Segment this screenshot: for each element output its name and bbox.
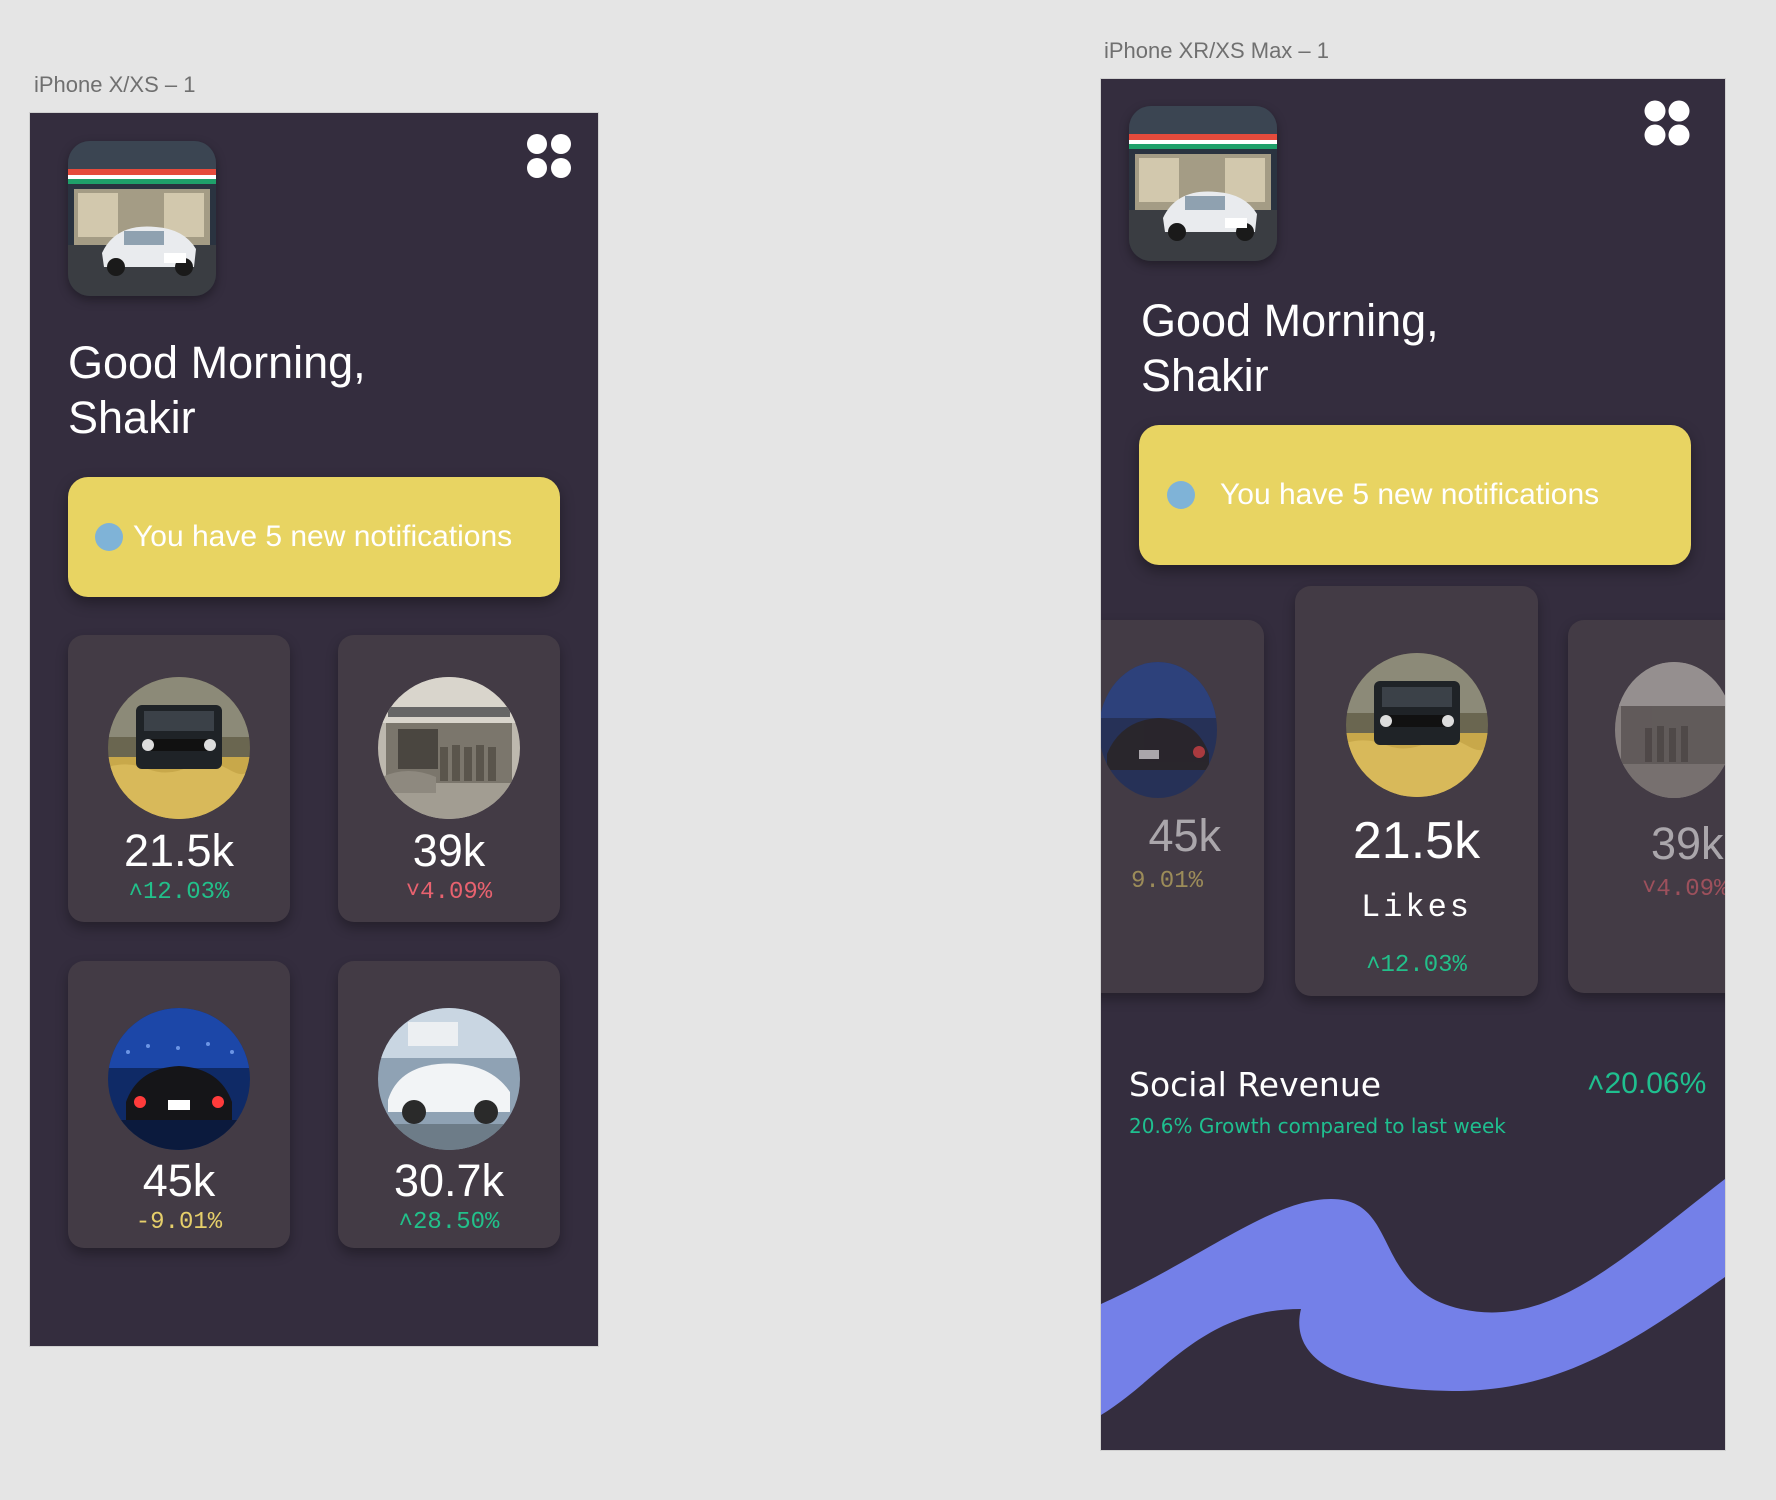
profile-avatar[interactable] [1129, 106, 1277, 261]
artboard-label-iphone-x: iPhone X/XS – 1 [34, 72, 196, 97]
card-change: ˄12.03% [1366, 952, 1467, 979]
card-value: 45k [142, 1155, 216, 1206]
greeting-line-1: Good Morning, [1141, 295, 1439, 346]
stat-card-4[interactable]: 30.7k ˄28.50% [338, 961, 560, 1248]
four-dots-grid-icon[interactable] [1643, 99, 1691, 152]
revenue-wave [1101, 1179, 1725, 1415]
card-value: 39k [1651, 818, 1724, 869]
greeting-line-1: Good Morning, [68, 337, 366, 388]
notification-dot-icon [95, 523, 123, 551]
card-value: 45k [1148, 810, 1221, 861]
stat-card-2[interactable]: 39k ˅4.09% [338, 635, 560, 922]
carousel-card-center[interactable]: 21.5k Likes ˄12.03% [1295, 586, 1538, 996]
notification-banner[interactable]: You have 5 new notifications [68, 477, 560, 597]
greeting: Good Morning, Shakir [68, 335, 366, 445]
card-change: ˄12.03% [128, 879, 230, 906]
artboard-label-iphone-xr: iPhone XR/XS Max – 1 [1104, 38, 1330, 63]
notification-banner[interactable]: You have 5 new notifications [1139, 425, 1691, 565]
card-change: ˅4.09% [1642, 876, 1725, 903]
card-change: ˄28.50% [398, 1209, 500, 1236]
social-revenue-change: ˄20.06% [1587, 1067, 1707, 1100]
revenue-wave-chart [1101, 1179, 1725, 1415]
card-value: 21.5k [123, 825, 235, 876]
card-value: 21.5k [1352, 812, 1481, 870]
greeting-name: Shakir [1141, 350, 1269, 401]
social-revenue-subtitle: 20.6% Growth compared to last week [1129, 1114, 1506, 1138]
notification-dot-icon [1167, 481, 1195, 509]
stat-card-3[interactable]: 45k -9.01% [68, 961, 290, 1248]
carousel-card-left[interactable]: 45k 9.01% [1101, 620, 1264, 993]
card-photo-night-car [108, 1008, 250, 1150]
notification-text: You have 5 new notifications [133, 520, 513, 553]
notification-text: You have 5 new notifications [1220, 478, 1600, 511]
card-change: -9.01% [135, 1209, 223, 1236]
social-revenue-title: Social Revenue [1129, 1065, 1382, 1104]
card-change: ˅4.09% [405, 879, 493, 906]
card-change: 9.01% [1130, 868, 1203, 895]
artboard-iphone-x: Good Morning, Shakir You have 5 new noti… [30, 113, 598, 1346]
four-dots-grid-icon[interactable] [526, 133, 572, 184]
stat-card-1[interactable]: 21.5k ˄12.03% [68, 635, 290, 922]
card-photo-suv [1346, 653, 1488, 797]
card-photo-suv [108, 677, 250, 819]
carousel-card-right[interactable]: 39k ˅4.09% [1568, 620, 1725, 993]
greeting: Good Morning, Shakir [1141, 293, 1439, 403]
card-value: 30.7k [393, 1155, 505, 1206]
artboard-iphone-xr: Good Morning, Shakir You have 5 new noti… [1101, 79, 1725, 1450]
card-photo-workshop [378, 677, 520, 819]
card-photo-night-car [1101, 662, 1217, 798]
card-value: 39k [412, 825, 486, 876]
profile-avatar[interactable] [68, 141, 216, 296]
greeting-name: Shakir [68, 392, 196, 443]
card-photo-workshop [1615, 662, 1725, 798]
card-label: Likes [1360, 889, 1472, 926]
card-photo-white-race-car [378, 1008, 520, 1150]
